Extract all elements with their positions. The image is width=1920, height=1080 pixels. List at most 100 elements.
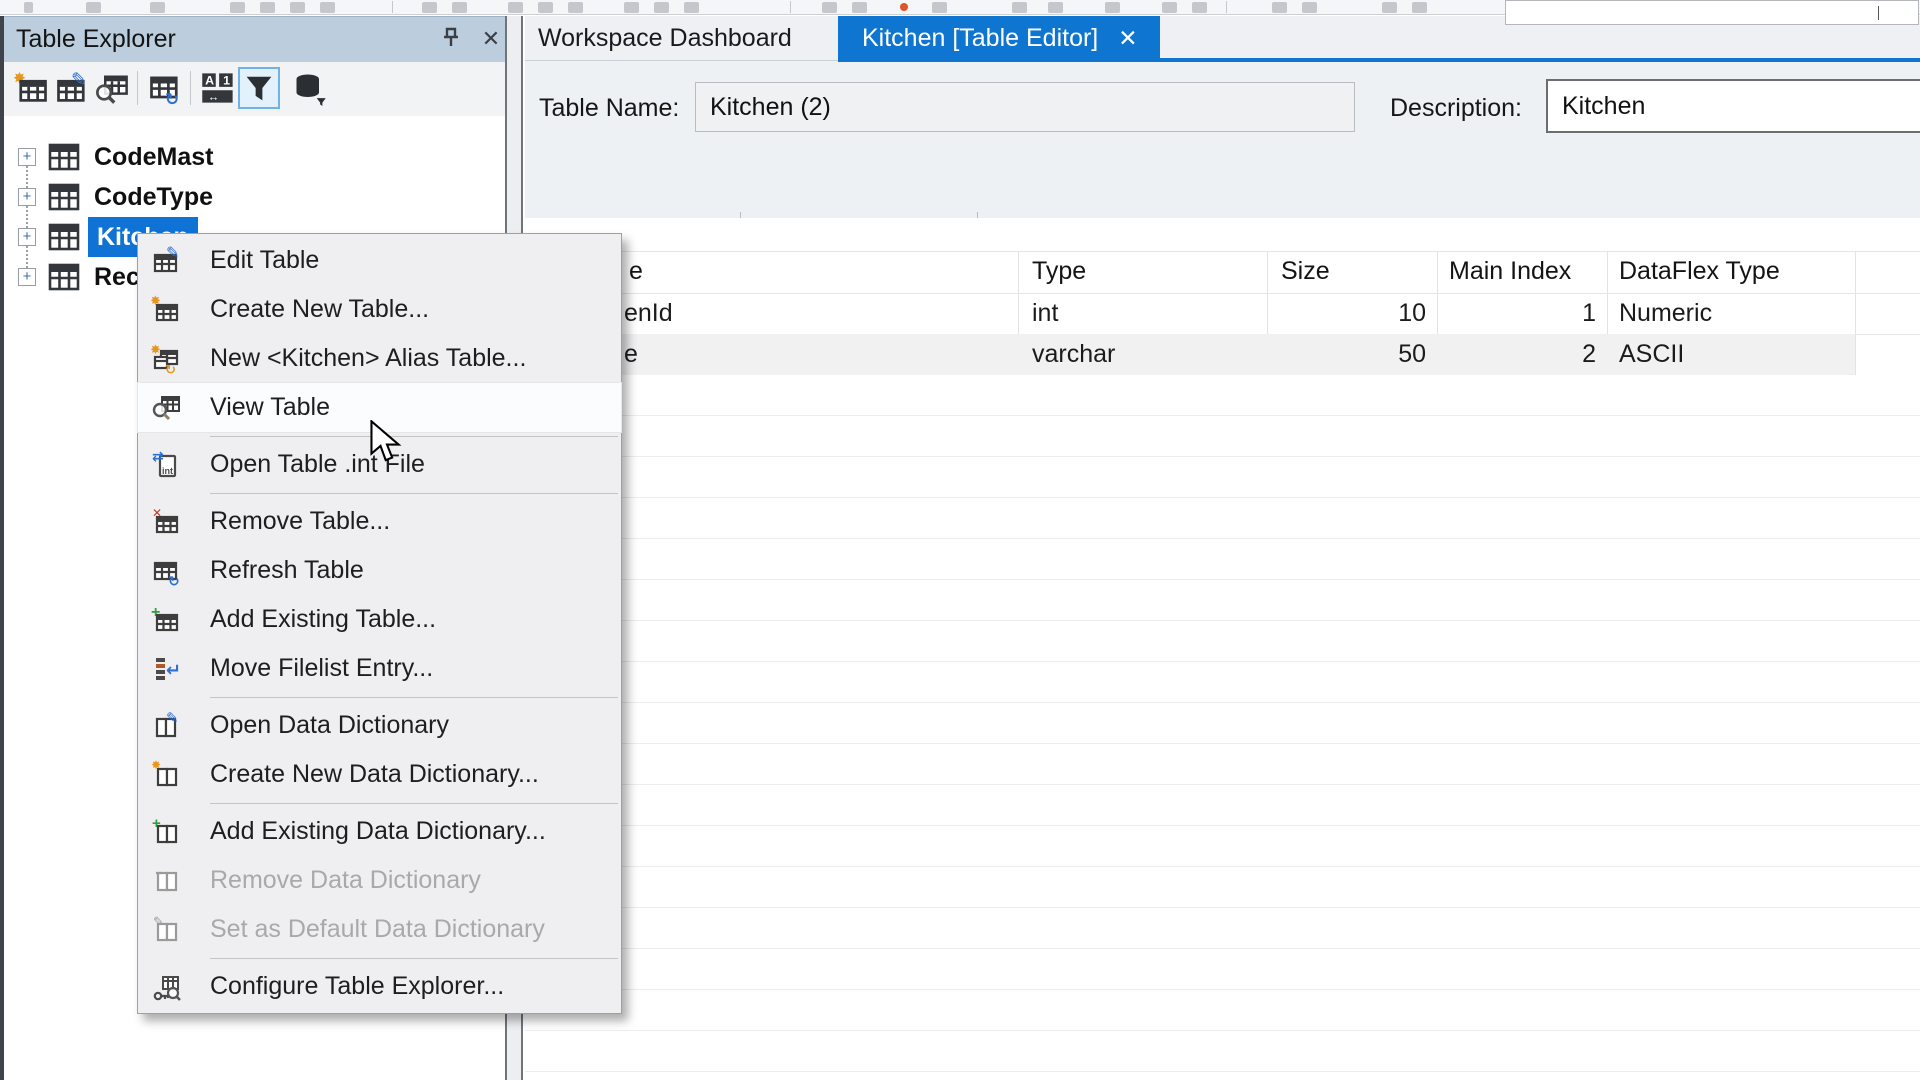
table-icon — [48, 183, 80, 216]
svg-text:1: 1 — [223, 74, 230, 88]
cell-type[interactable]: varchar — [1018, 334, 1267, 375]
toolbar-fragment-icon — [1272, 2, 1287, 13]
svg-text:int: int — [162, 466, 173, 476]
move-filelist-entry-icon: ↵ — [151, 653, 183, 685]
menu-item-label: Move Filelist Entry... — [210, 654, 433, 683]
menu-item-new-alias-table[interactable]: ✸↻ New <Kitchen> Alias Table... — [138, 334, 621, 383]
cell-size[interactable]: 10 — [1267, 293, 1437, 334]
set-default-data-dictionary-icon: ✎ — [151, 914, 183, 946]
expand-icon[interactable]: + — [18, 268, 36, 286]
filter-icon[interactable] — [238, 67, 280, 109]
toolbar-fragment-icon — [538, 2, 553, 13]
toolbar-fragment-icon — [1192, 2, 1207, 13]
grid-header-row: e Type Size Main Index DataFlex Type — [525, 251, 1920, 292]
tree-item-label: CodeMast — [94, 137, 213, 177]
menu-item-label: Add Existing Data Dictionary... — [210, 817, 546, 846]
cell-main-index[interactable]: 1 — [1437, 293, 1607, 334]
svg-text:✎: ✎ — [166, 245, 179, 262]
toolbar-fragment-icon — [452, 2, 467, 13]
svg-text:A: A — [205, 74, 214, 88]
menu-item-configure-table-explorer[interactable]: Configure Table Explorer... — [138, 962, 621, 1011]
text-caret — [1878, 6, 1879, 20]
remove-data-dictionary-icon — [151, 865, 183, 897]
svg-text:↻: ↻ — [165, 90, 179, 106]
refresh-table-icon[interactable]: ↻ — [147, 70, 183, 106]
cell-size[interactable]: 50 — [1267, 334, 1437, 375]
menu-item-add-existing-data-dictionary[interactable]: + Add Existing Data Dictionary... — [138, 807, 621, 856]
svg-text:↔: ↔ — [208, 91, 219, 103]
header-main-index: Main Index — [1437, 251, 1607, 292]
menu-item-refresh-table[interactable]: ↻ Refresh Table — [138, 546, 621, 595]
create-new-table-icon[interactable]: ✸ — [14, 70, 50, 106]
grid-row-kitchenid[interactable]: enId int 10 1 Numeric — [525, 293, 1920, 334]
toolbar-separator — [790, 1, 791, 13]
expand-icon[interactable]: + — [18, 228, 36, 246]
toolbar-fragment-icon — [1412, 2, 1427, 13]
open-data-dictionary-icon: ✎ — [151, 710, 183, 742]
menu-item-add-existing-table[interactable]: + Add Existing Table... — [138, 595, 621, 644]
tree-item-codetype[interactable]: + CodeType — [4, 177, 505, 217]
menu-item-create-new-data-dictionary[interactable]: ✸ Create New Data Dictionary... — [138, 750, 621, 799]
tree-item-codemast[interactable]: + CodeMast — [4, 137, 505, 177]
cell-dataflex-type[interactable]: Numeric — [1607, 293, 1855, 334]
menu-item-move-filelist-entry[interactable]: ↵ Move Filelist Entry... — [138, 644, 621, 693]
menu-item-edit-table[interactable]: ✎ Edit Table — [138, 236, 621, 285]
toolbar-fragment-icon — [684, 2, 699, 13]
mouse-cursor — [368, 420, 406, 469]
tab-workspace-dashboard[interactable]: Workspace Dashboard — [525, 16, 835, 60]
edit-table-icon[interactable]: ✎ — [54, 70, 90, 106]
view-table-icon[interactable] — [94, 70, 130, 106]
tabstrip-underline — [525, 60, 838, 61]
edit-table-icon: ✎ — [151, 245, 183, 277]
sort-columns-icon[interactable]: A1 ↔ — [200, 70, 236, 106]
svg-text:✎: ✎ — [71, 70, 87, 91]
tab-label: Kitchen [Table Editor] — [862, 24, 1098, 52]
toolbar-fragment-icon — [290, 2, 305, 13]
new-alias-table-icon: ✸↻ — [151, 343, 183, 375]
menu-item-label: Refresh Table — [210, 556, 364, 585]
configure-table-explorer-icon — [151, 971, 183, 1003]
expand-icon[interactable]: + — [18, 188, 36, 206]
svg-text:⇄: ⇄ — [152, 449, 164, 464]
grid-row-name[interactable]: e varchar 50 2 ASCII — [525, 334, 1920, 375]
toolbar-fragment-icon — [932, 2, 947, 13]
menu-item-label: Open Data Dictionary — [210, 711, 449, 740]
tab-kitchen-table-editor[interactable]: Kitchen [Table Editor] ✕ — [838, 16, 1160, 60]
database-connections-icon[interactable] — [292, 70, 328, 106]
toolbar-fragment-icon — [568, 2, 583, 13]
menu-item-create-new-table[interactable]: ✸ Create New Table... — [138, 285, 621, 334]
menu-item-label: View Table — [210, 393, 330, 422]
open-int-file-icon: int ⇄ — [151, 449, 183, 481]
cell-type[interactable]: int — [1018, 293, 1267, 334]
cell-main-index[interactable]: 2 — [1437, 334, 1607, 375]
toolbar-record-icon — [900, 3, 908, 11]
toolbar-fragment-icon — [852, 2, 867, 13]
tree-item-label: CodeType — [94, 177, 213, 217]
table-editor-header: Table Name: Kitchen (2) Description: Kit… — [525, 62, 1920, 234]
toolbar-combo-input[interactable] — [1505, 0, 1919, 25]
menu-item-label: Edit Table — [210, 246, 319, 275]
menu-item-open-data-dictionary[interactable]: ✎ Open Data Dictionary — [138, 701, 621, 750]
pin-icon[interactable] — [436, 25, 466, 55]
toolbar-fragment-icon — [260, 2, 275, 13]
close-tab-icon[interactable]: ✕ — [1118, 25, 1137, 51]
svg-text:✸: ✸ — [151, 343, 161, 357]
expand-icon[interactable]: + — [18, 148, 36, 166]
panel-title-bar: Table Explorer ✕ — [4, 16, 505, 62]
toolbar-fragment-icon — [320, 2, 335, 13]
editor-pane: Workspace Dashboard Kitchen [Table Edito… — [525, 16, 1920, 1080]
toolbar-fragment-icon — [654, 2, 669, 13]
panel-title: Table Explorer — [16, 25, 176, 54]
toolbar-separator — [190, 71, 191, 105]
menu-item-remove-data-dictionary: Remove Data Dictionary — [138, 856, 621, 905]
menu-item-label: Create New Data Dictionary... — [210, 760, 539, 789]
cell-dataflex-type[interactable]: ASCII — [1607, 334, 1855, 375]
description-input[interactable]: Kitchen — [1546, 79, 1920, 133]
table-name-input[interactable]: Kitchen (2) — [695, 82, 1355, 132]
toolbar-fragment-icon — [1382, 2, 1397, 13]
svg-text:✎: ✎ — [166, 710, 179, 727]
close-icon[interactable]: ✕ — [476, 25, 506, 55]
menu-item-remove-table[interactable]: ✕ Remove Table... — [138, 497, 621, 546]
svg-text:↻: ↻ — [168, 573, 180, 587]
menu-separator — [138, 799, 621, 807]
